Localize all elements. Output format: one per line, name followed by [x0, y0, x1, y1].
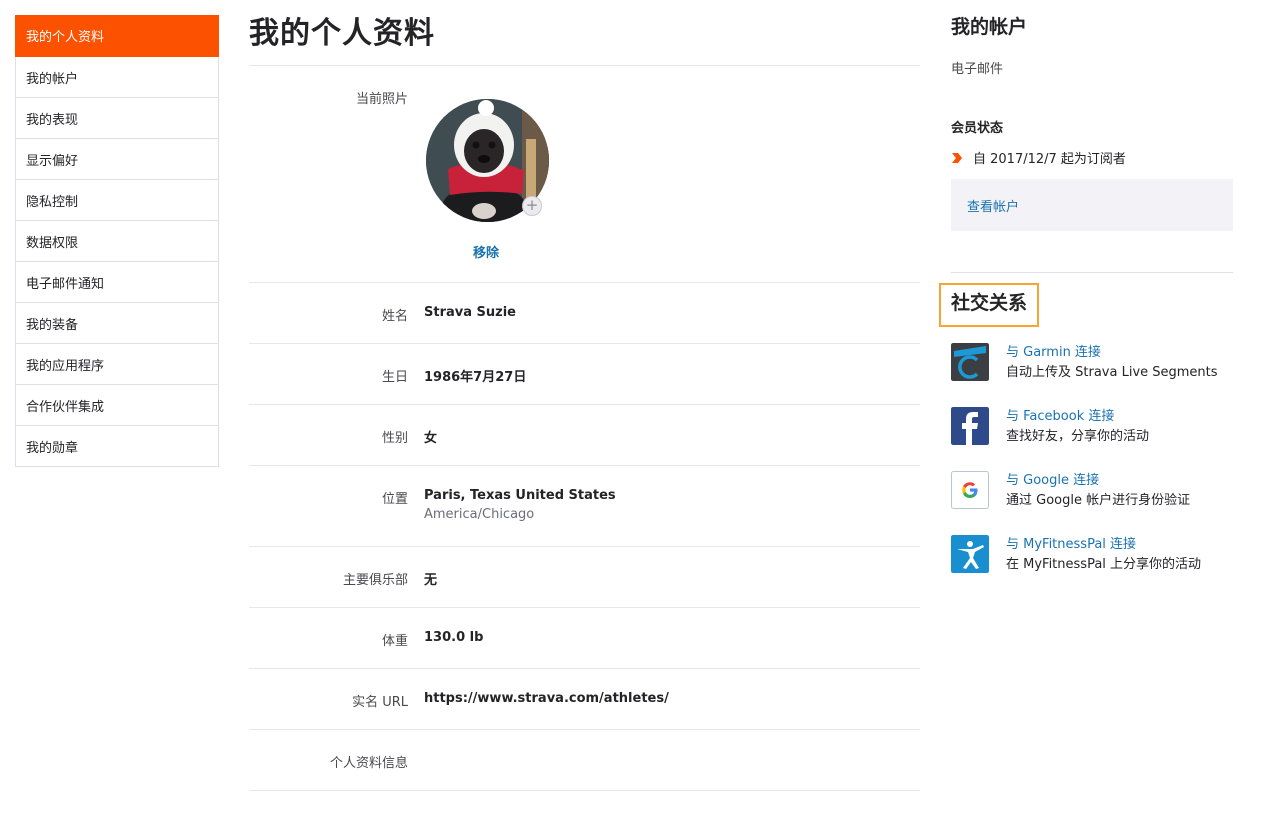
connect-text: 与 Google 连接 通过 Google 帐户进行身份验证: [1006, 471, 1190, 518]
field-row-profile-info[interactable]: 个人资料信息: [249, 730, 920, 791]
add-photo-icon[interactable]: +: [522, 196, 542, 216]
field-label: 姓名: [381, 309, 408, 324]
sidebar-item-email-notifications[interactable]: 电子邮件通知: [16, 262, 218, 303]
google-icon: [951, 471, 989, 509]
field-value-group: Paris, Texas United States America/Chica…: [408, 488, 616, 546]
facebook-icon: [951, 407, 989, 445]
field-subvalue: America/Chicago: [424, 507, 535, 522]
connect-google-link[interactable]: 与 Google 连接: [1006, 471, 1190, 491]
connect-text: 与 Facebook 连接 查找好友，分享你的活动: [1006, 407, 1149, 454]
right-divider: [951, 272, 1233, 273]
field-value: 1986年7月27日: [424, 370, 527, 385]
account-title: 我的帐户: [951, 16, 1028, 38]
connections-list: 与 Garmin 连接 自动上传及 Strava Live Segments 与…: [951, 343, 1233, 582]
sidebar-item-data-permissions[interactable]: 数据权限: [16, 221, 218, 262]
connect-google[interactable]: 与 Google 连接 通过 Google 帐户进行身份验证: [951, 471, 1233, 518]
photo-label: 当前照片: [355, 92, 408, 107]
sidebar-item-my-badges[interactable]: 我的勋章: [16, 426, 218, 467]
field-row-location[interactable]: 位置 Paris, Texas United States America/Ch…: [249, 466, 920, 547]
garmin-icon: [951, 343, 989, 381]
field-row-gender[interactable]: 性别 女: [249, 405, 920, 466]
sidebar-item-my-account[interactable]: 我的帐户: [16, 57, 218, 98]
field-value: [408, 752, 424, 790]
field-value: Paris, Texas United States: [424, 488, 616, 503]
sidebar-item-my-apps[interactable]: 我的应用程序: [16, 344, 218, 385]
social-title: 社交关系: [951, 292, 1028, 314]
field-label: 主要俱乐部: [342, 573, 408, 588]
membership-status: 自 2017/12/7 起为订阅者: [951, 148, 1233, 167]
connect-garmin-desc: 自动上传及 Strava Live Segments: [1006, 365, 1218, 380]
field-row-name[interactable]: 姓名 Strava Suzie: [249, 283, 920, 344]
subscriber-chevron-icon: [952, 152, 962, 163]
sidebar-item-my-gear[interactable]: 我的装备: [16, 303, 218, 344]
email-label: 电子邮件: [951, 62, 1004, 77]
photo-row: 当前照片 + 移除: [249, 66, 920, 283]
field-value: 130.0 lb: [424, 630, 484, 645]
field-value: 无: [424, 573, 438, 588]
connect-facebook[interactable]: 与 Facebook 连接 查找好友，分享你的活动: [951, 407, 1233, 454]
field-row-weight[interactable]: 体重 130.0 lb: [249, 608, 920, 669]
connect-myfitnesspal[interactable]: 与 MyFitnessPal 连接 在 MyFitnessPal 上分享你的活动: [951, 535, 1233, 582]
membership-text: 自 2017/12/7 起为订阅者: [973, 152, 1126, 167]
myfitnesspal-icon: [951, 535, 989, 573]
field-value: https://www.strava.com/athletes/: [424, 691, 669, 706]
field-label: 性别: [381, 431, 408, 446]
field-row-vanity-url[interactable]: 实名 URL https://www.strava.com/athletes/: [249, 669, 920, 730]
field-label: 实名 URL: [352, 695, 408, 710]
profile-main: 我的个人资料 当前照片 + 移除 姓名 Strava Suzie 生日 1986…: [249, 0, 920, 791]
connect-garmin[interactable]: 与 Garmin 连接 自动上传及 Strava Live Segments: [951, 343, 1233, 390]
connect-garmin-link[interactable]: 与 Garmin 连接: [1006, 343, 1218, 363]
connect-text: 与 Garmin 连接 自动上传及 Strava Live Segments: [1006, 343, 1218, 390]
sidebar-item-partner-integrations[interactable]: 合作伙伴集成: [16, 385, 218, 426]
settings-sidebar: 我的个人资料 我的帐户 我的表现 显示偏好 隐私控制 数据权限 电子邮件通知 我…: [15, 15, 219, 467]
sidebar-item-my-performance[interactable]: 我的表现: [16, 98, 218, 139]
field-row-primary-club[interactable]: 主要俱乐部 无: [249, 547, 920, 608]
connect-facebook-link[interactable]: 与 Facebook 连接: [1006, 407, 1149, 427]
connect-myfitnesspal-desc: 在 MyFitnessPal 上分享你的活动: [1006, 557, 1202, 572]
view-account-box: 查看帐户: [951, 179, 1233, 231]
field-label: 个人资料信息: [329, 756, 408, 771]
social-title-highlight: 社交关系: [939, 283, 1040, 327]
right-column: 我的帐户 电子邮件 会员状态 自 2017/12/7 起为订阅者 查看帐户 社交…: [939, 0, 1233, 582]
field-value: Strava Suzie: [424, 305, 516, 320]
sidebar-item-display-preferences[interactable]: 显示偏好: [16, 139, 218, 180]
remove-photo-link[interactable]: 移除: [473, 242, 499, 261]
view-account-link[interactable]: 查看帐户: [967, 196, 1019, 215]
connect-text: 与 MyFitnessPal 连接 在 MyFitnessPal 上分享你的活动: [1006, 535, 1201, 582]
field-value: 女: [424, 431, 438, 446]
field-label: 位置: [381, 492, 408, 507]
connect-facebook-desc: 查找好友，分享你的活动: [1006, 429, 1150, 444]
field-label: 体重: [381, 634, 408, 649]
sidebar-item-privacy-controls[interactable]: 隐私控制: [16, 180, 218, 221]
page-title: 我的个人资料: [249, 16, 435, 51]
field-row-birthday[interactable]: 生日 1986年7月27日: [249, 344, 920, 405]
connect-myfitnesspal-link[interactable]: 与 MyFitnessPal 连接: [1006, 535, 1201, 555]
connect-google-desc: 通过 Google 帐户进行身份验证: [1006, 493, 1191, 508]
membership-title: 会员状态: [951, 121, 1004, 136]
field-label: 生日: [381, 370, 408, 385]
sidebar-item-my-profile[interactable]: 我的个人资料: [15, 15, 219, 57]
